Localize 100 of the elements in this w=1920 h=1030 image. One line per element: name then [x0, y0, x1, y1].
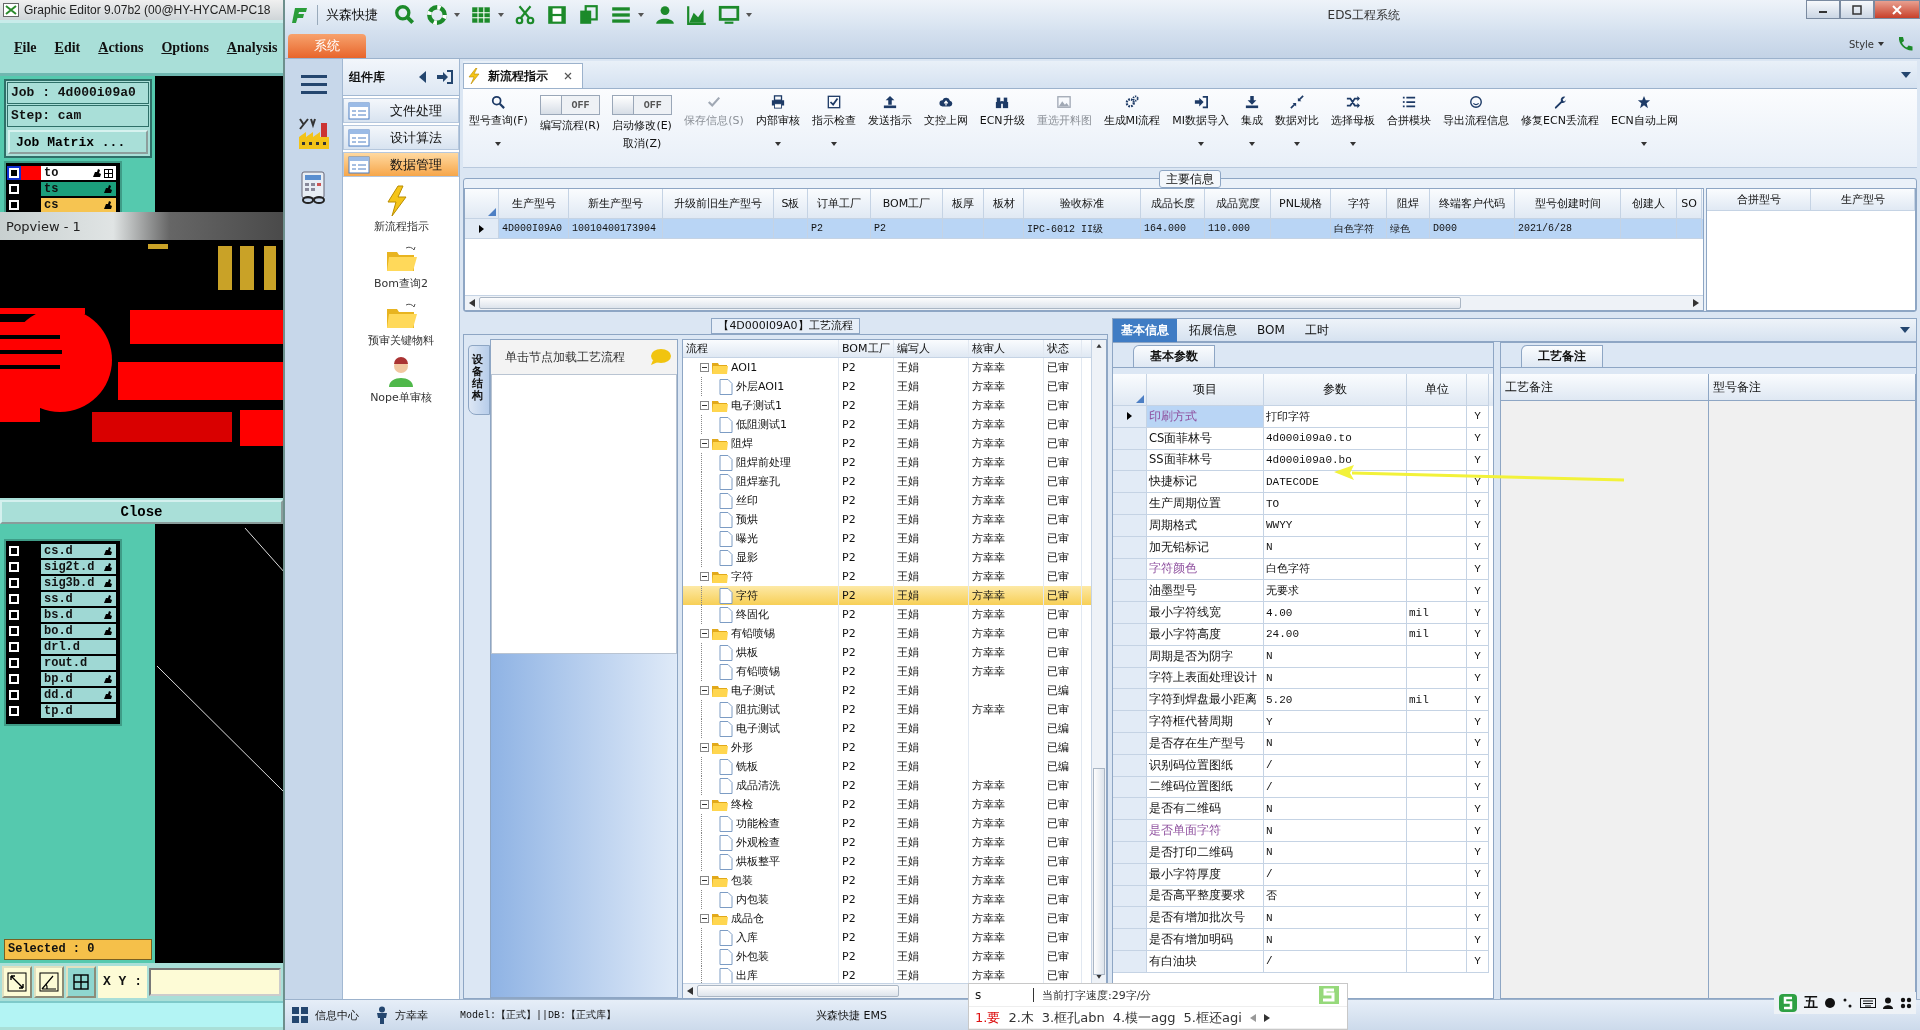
- tab[interactable]: 工时: [1296, 318, 1337, 342]
- checkbox[interactable]: [9, 546, 19, 556]
- tool-button[interactable]: [2, 966, 32, 998]
- column-header[interactable]: 合拼型号: [1707, 189, 1811, 211]
- caret-icon[interactable]: [1901, 71, 1911, 78]
- caret-icon[interactable]: [1900, 327, 1910, 333]
- close-icon[interactable]: [564, 72, 572, 80]
- toggle-label[interactable]: 取消(Z): [623, 136, 662, 151]
- grid-icon[interactable]: [470, 4, 492, 26]
- monitor-icon[interactable]: [718, 4, 740, 26]
- toolbar-button[interactable]: 修复ECN丢流程: [1515, 93, 1605, 148]
- close-button[interactable]: [1874, 0, 1920, 19]
- horizontal-scrollbar[interactable]: [465, 295, 1703, 310]
- toolbar-button[interactable]: MI数据导入: [1166, 93, 1236, 148]
- layer-field[interactable]: drl.d: [41, 640, 116, 654]
- layer-field[interactable]: sig3b.d: [41, 576, 116, 590]
- punctuation-icon[interactable]: [1842, 997, 1854, 1009]
- caret-icon[interactable]: [454, 13, 460, 17]
- copy-icon[interactable]: [578, 4, 600, 26]
- module-item[interactable]: Bom查询2: [343, 242, 459, 291]
- tree-row[interactable]: 烘板整平 P2 王娟 方幸幸 已审: [683, 852, 1091, 871]
- list-icon[interactable]: [610, 4, 632, 26]
- collapse-icon[interactable]: [700, 401, 709, 410]
- checkbox[interactable]: [9, 578, 19, 588]
- status-text[interactable]: 信息中心: [315, 1007, 359, 1023]
- scroll-thumb[interactable]: [1093, 767, 1105, 976]
- scissors-icon[interactable]: [514, 4, 536, 26]
- column-header[interactable]: 生产型号: [1811, 189, 1915, 211]
- toolbar-button[interactable]: 内部审核: [749, 93, 806, 148]
- tree-row[interactable]: 终检 P2 王娟 方幸幸 已审: [683, 795, 1091, 814]
- caret-icon[interactable]: [1878, 42, 1884, 46]
- tree-row[interactable]: 显影 P2 王娟 方幸幸 已审: [683, 548, 1091, 567]
- chart-icon[interactable]: [686, 4, 708, 26]
- candidate-item[interactable]: 4.模一agg: [1112, 1008, 1176, 1027]
- toggle-switch[interactable]: OFF: [612, 95, 673, 115]
- menu-item[interactable]: Options: [161, 40, 209, 56]
- tree-row[interactable]: 成品仓 P2 王娟 方幸幸 已审: [683, 909, 1091, 928]
- tree-row[interactable]: 包装 P2 王娟 方幸幸 已审: [683, 871, 1091, 890]
- tree-row[interactable]: 电子测试1 P2 王娟 方幸幸 已审: [683, 396, 1091, 415]
- checkbox[interactable]: [9, 562, 19, 572]
- tab[interactable]: BOM: [1249, 320, 1293, 340]
- toolbar-button[interactable]: 发送指示: [861, 93, 918, 148]
- toolbar-button[interactable]: 型号查询(F): [463, 93, 534, 148]
- category-item[interactable]: 文件处理: [343, 98, 459, 123]
- tree-row[interactable]: 曝光 P2 王娟 方幸幸 已审: [683, 529, 1091, 548]
- collapse-icon[interactable]: [700, 629, 709, 638]
- module-item[interactable]: 预审关键物料: [343, 299, 459, 348]
- toolbar-button[interactable]: ECN升级: [973, 93, 1031, 148]
- scroll-thumb[interactable]: [479, 297, 1461, 309]
- toolbar-button[interactable]: 选择母板: [1325, 93, 1382, 148]
- layer-field[interactable]: bo.d: [41, 624, 116, 638]
- tree-row[interactable]: 成品清洗 P2 王娟 方幸幸 已审: [683, 776, 1091, 795]
- collapse-icon[interactable]: [700, 743, 709, 752]
- collapse-icon[interactable]: [700, 439, 709, 448]
- column-header[interactable]: 参数: [1264, 374, 1407, 406]
- tree-row[interactable]: 电子测试 P2 王娟 已编: [683, 719, 1091, 738]
- candidate-item[interactable]: 5.框还agi: [1183, 1008, 1242, 1027]
- caret-icon[interactable]: [746, 13, 752, 17]
- category-item[interactable]: 设计算法: [343, 125, 459, 150]
- candidate-item[interactable]: 3.框孔abn: [1041, 1008, 1105, 1027]
- checkbox[interactable]: [9, 168, 19, 178]
- checkbox[interactable]: [9, 610, 19, 620]
- tree-row[interactable]: 功能检查 P2 王娟 方幸幸 已审: [683, 814, 1091, 833]
- layer-field[interactable]: tp.d: [41, 704, 116, 718]
- layer-field[interactable]: bp.d: [41, 672, 116, 686]
- side-tab[interactable]: 设备结构: [468, 345, 490, 416]
- layer-field[interactable]: cs.d: [41, 544, 116, 558]
- layer-field[interactable]: sig2t.d: [41, 560, 116, 574]
- tree-row[interactable]: AOI1 P2 王娟 方幸幸 已审: [683, 358, 1091, 377]
- style-menu[interactable]: Style: [1848, 38, 1874, 50]
- row-header[interactable]: [1113, 406, 1147, 428]
- tree-row[interactable]: 烘板 P2 王娟 方幸幸 已审: [683, 643, 1091, 662]
- collapse-icon[interactable]: [419, 71, 427, 83]
- tree-row[interactable]: 阻焊塞孔 P2 王娟 方幸幸 已审: [683, 472, 1091, 491]
- tree-row[interactable]: 外包装 P2 王娟 方幸幸 已审: [683, 947, 1091, 966]
- column-header[interactable]: 编写人: [894, 340, 969, 357]
- toolbar-button[interactable]: 合拼模块: [1381, 93, 1438, 148]
- tab[interactable]: 拓展信息: [1181, 318, 1245, 342]
- checkbox[interactable]: [9, 674, 19, 684]
- tree-row[interactable]: 阻焊前处理 P2 王娟 方幸幸 已审: [683, 453, 1091, 472]
- layer-field[interactable]: bs.d: [41, 608, 116, 622]
- layer-field[interactable]: ts: [41, 182, 116, 196]
- tool-button[interactable]: [34, 966, 64, 998]
- vertical-scrollbar[interactable]: [1091, 340, 1106, 983]
- column-header[interactable]: 单位: [1407, 374, 1467, 406]
- document-tab[interactable]: 新流程指示: [463, 63, 583, 88]
- checkbox[interactable]: [9, 594, 19, 604]
- checkbox[interactable]: [9, 200, 19, 210]
- apps-icon[interactable]: [1900, 997, 1912, 1009]
- tree-row[interactable]: 终固化 P2 王娟 方幸幸 已审: [683, 605, 1091, 624]
- column-header[interactable]: 核审人: [969, 340, 1044, 357]
- tree-row[interactable]: 字符 P2 王娟 方幸幸 已审: [683, 586, 1091, 605]
- toggle-label[interactable]: 启动修改(E): [612, 118, 672, 133]
- minimize-button[interactable]: [1806, 0, 1840, 19]
- layer-field[interactable]: dd.d: [41, 688, 116, 702]
- toolbar-button[interactable]: 指示检查: [805, 93, 862, 148]
- search-icon[interactable]: [394, 4, 416, 26]
- column-header[interactable]: BOM工厂: [839, 340, 894, 357]
- menu-item[interactable]: File: [14, 40, 37, 56]
- collapse-icon[interactable]: [700, 363, 709, 372]
